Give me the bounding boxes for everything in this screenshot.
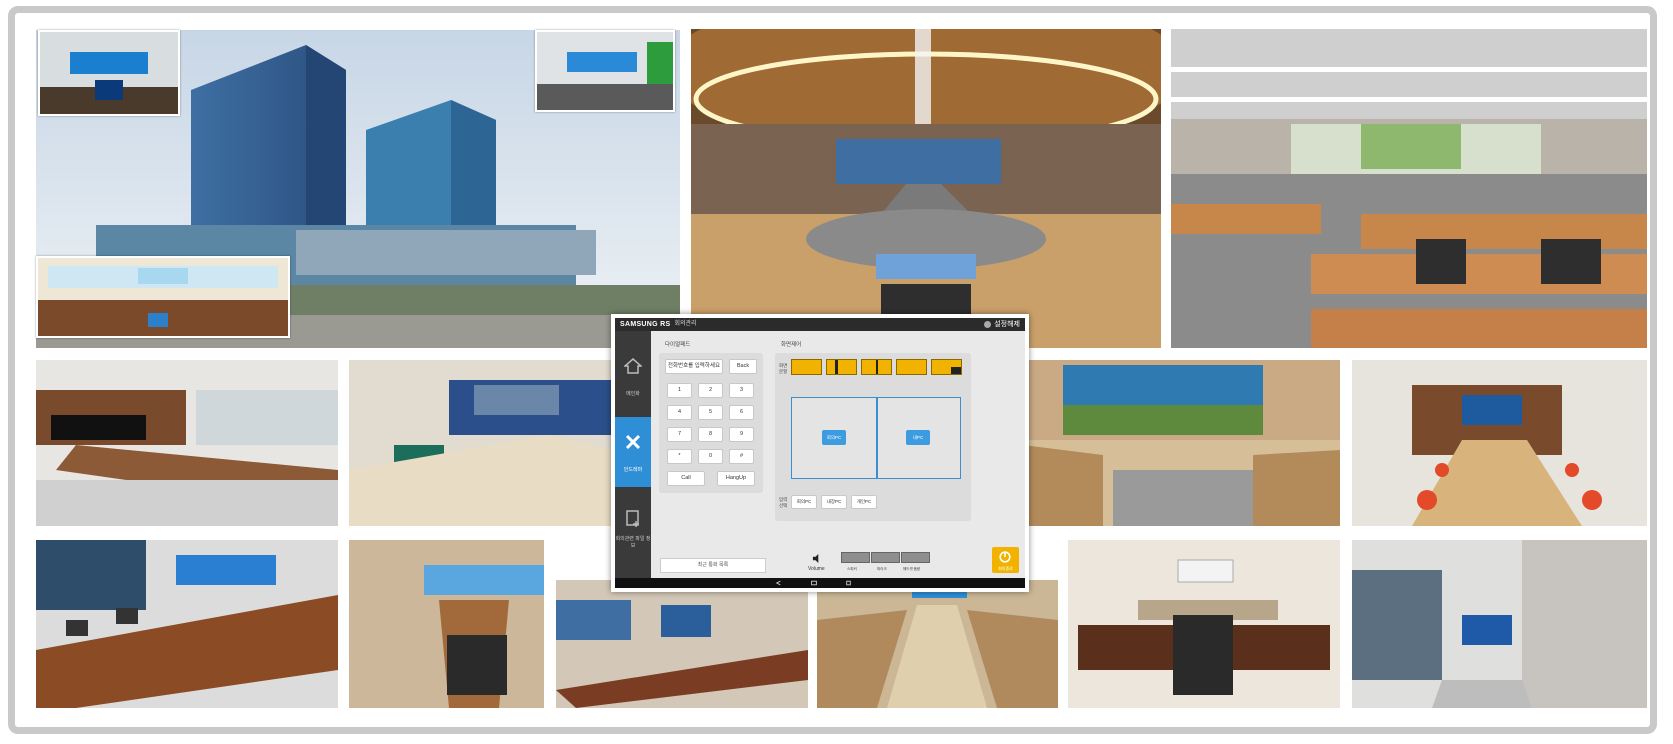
- sidebar-label-home: 메인화: [626, 391, 640, 397]
- layout-button-5[interactable]: [931, 359, 962, 375]
- layout-button-2[interactable]: [826, 359, 857, 375]
- photo-conference-room-blue-wall: [349, 360, 611, 526]
- source-right-button[interactable]: 내PC: [906, 430, 930, 445]
- tablet-conference-control-ui: SAMSUNG RS 회의관리 설정해제 메인화 안드레마 회의관련 파일 정보…: [611, 314, 1029, 592]
- app-title: 회의관리: [674, 321, 697, 327]
- dial-key-5[interactable]: 5: [698, 405, 723, 420]
- volume-mic-button[interactable]: [871, 552, 900, 563]
- dial-keypad: 전화번호를 입력하세요 Back 1 2 3 4 5 6 7 8 9 * 0 #…: [659, 353, 763, 493]
- volume-mic-label: 마이크: [877, 567, 887, 571]
- dial-key-3[interactable]: 3: [729, 383, 754, 398]
- tools-icon: [625, 434, 641, 450]
- dial-key-1[interactable]: 1: [667, 383, 692, 398]
- photo-control-desk-monitors: [349, 540, 544, 708]
- end-meeting-label: 회의종료: [998, 566, 1013, 571]
- photo-small-meeting-room-glass: [1352, 540, 1647, 708]
- sidebar-item-home[interactable]: 메인화: [615, 341, 651, 411]
- layout-button-3[interactable]: [861, 359, 892, 375]
- dial-key-hash[interactable]: #: [729, 449, 754, 464]
- document-add-icon: [626, 510, 639, 527]
- brand-label: SAMSUNG RS: [620, 321, 671, 328]
- phone-number-input[interactable]: 전화번호를 입력하세요: [665, 359, 723, 374]
- photo-meeting-room-dual-screens: [556, 580, 808, 708]
- sidebar-item-files[interactable]: 회의관련 파일 정보: [615, 493, 651, 563]
- source-option-meeting-pc[interactable]: 회의PC: [791, 495, 817, 509]
- screen-preview-area[interactable]: 회의PC 내PC: [791, 397, 961, 479]
- dial-key-4[interactable]: 4: [667, 405, 692, 420]
- inset-control-room-bottom-left: [36, 256, 290, 338]
- layout-button-4[interactable]: [896, 359, 927, 375]
- dial-key-0[interactable]: 0: [698, 449, 723, 464]
- sidebar: 메인화 안드레마 회의관련 파일 정보: [615, 331, 651, 578]
- android-nav-bar: [615, 578, 1025, 588]
- screen-control-panel: 화면분할 회의PC 내PC 입력선택 회의PC 내장PC 개인PC: [775, 353, 971, 521]
- photo-boardroom-landscape-display: [1023, 360, 1340, 526]
- call-button[interactable]: Call: [667, 471, 705, 486]
- power-icon: [999, 551, 1011, 563]
- recents-nav-icon[interactable]: [845, 580, 852, 586]
- photo-auditorium-video-wall: [691, 29, 1161, 348]
- layout-label: 화면분할: [779, 363, 788, 374]
- dial-key-2[interactable]: 2: [698, 383, 723, 398]
- inset-control-room-top-right: [535, 30, 675, 112]
- volume-label: Volume: [808, 566, 825, 572]
- volume-headset-button[interactable]: [901, 552, 930, 563]
- photo-control-room-curved-desks: [1171, 29, 1647, 348]
- photo-boardroom-wood-panel: [36, 360, 338, 526]
- photo-boardroom-leather-chair: [1068, 540, 1340, 708]
- dial-key-8[interactable]: 8: [698, 427, 723, 442]
- inset-control-room-top-left: [38, 30, 180, 116]
- control-panel-title: 화면제어: [781, 342, 802, 348]
- speaker-icon: [812, 554, 819, 563]
- home-icon: [624, 358, 642, 374]
- photo-long-conference-table: [817, 580, 1058, 708]
- recent-calls-button[interactable]: 최근 통화 목록: [660, 558, 766, 573]
- dial-key-star[interactable]: *: [667, 449, 692, 464]
- source-label: 입력선택: [779, 497, 788, 508]
- source-option-builtin-pc[interactable]: 내장PC: [821, 495, 847, 509]
- layout-button-1[interactable]: [791, 359, 822, 375]
- end-meeting-button[interactable]: 회의종료: [992, 547, 1019, 573]
- hangup-button[interactable]: HangUp: [717, 471, 755, 486]
- source-option-personal-pc[interactable]: 개인PC: [851, 495, 877, 509]
- dial-key-9[interactable]: 9: [729, 427, 754, 442]
- back-nav-icon[interactable]: [775, 580, 782, 586]
- home-nav-icon[interactable]: [810, 580, 818, 586]
- dial-key-7[interactable]: 7: [667, 427, 692, 442]
- sidebar-item-tools[interactable]: 안드레마: [615, 417, 651, 487]
- volume-speaker-button[interactable]: [841, 552, 870, 563]
- back-button[interactable]: Back: [729, 359, 757, 374]
- keypad-panel-title: 다이얼패드: [665, 342, 691, 348]
- source-left-button[interactable]: 회의PC: [822, 430, 846, 445]
- sidebar-label-files: 회의관련 파일 정보: [615, 536, 651, 549]
- dial-key-6[interactable]: 6: [729, 405, 754, 420]
- photo-training-room-laptops: [36, 540, 338, 708]
- photo-meeting-room-red-chairs: [1352, 360, 1647, 526]
- volume-headset-label: 헤드셋 음량: [903, 567, 921, 571]
- sidebar-label-tools: 안드레마: [623, 467, 643, 473]
- ui-title-bar: SAMSUNG RS 회의관리 설정해제: [615, 318, 1025, 331]
- settings-release-link[interactable]: 설정해제: [994, 318, 1020, 331]
- volume-speaker-label: 스피커: [847, 567, 857, 571]
- settings-icon[interactable]: [984, 321, 992, 328]
